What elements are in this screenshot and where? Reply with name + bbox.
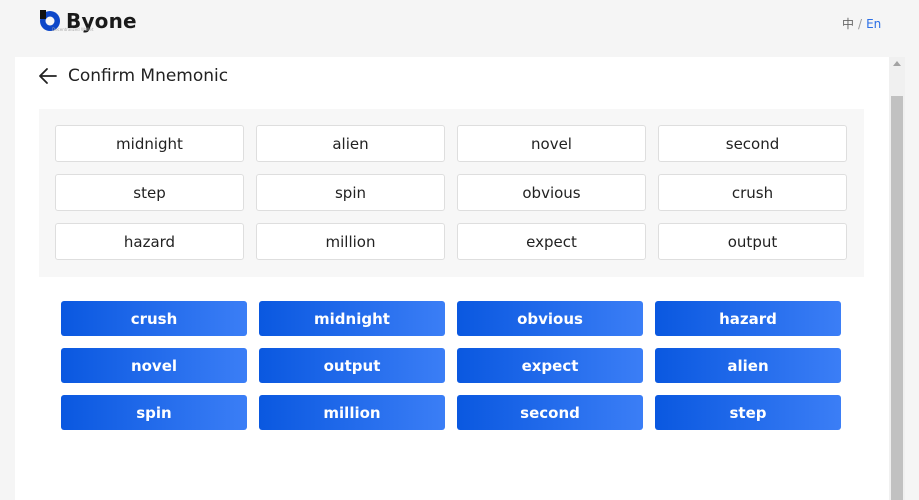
- word-option-button[interactable]: obvious: [457, 301, 643, 336]
- selected-word-slot[interactable]: spin: [256, 174, 445, 211]
- selected-word-slot[interactable]: novel: [457, 125, 646, 162]
- selected-word-slot[interactable]: midnight: [55, 125, 244, 162]
- page-title-row: Confirm Mnemonic: [38, 66, 228, 86]
- back-arrow-icon[interactable]: [38, 66, 58, 86]
- selected-word-slot[interactable]: alien: [256, 125, 445, 162]
- word-option-button[interactable]: alien: [655, 348, 841, 383]
- word-option-button[interactable]: midnight: [259, 301, 445, 336]
- word-option-button[interactable]: second: [457, 395, 643, 430]
- lang-en[interactable]: En: [866, 17, 881, 31]
- scrollbar-thumb[interactable]: [891, 96, 903, 500]
- selected-word-slot[interactable]: obvious: [457, 174, 646, 211]
- selected-word-slot[interactable]: expect: [457, 223, 646, 260]
- word-option-button[interactable]: novel: [61, 348, 247, 383]
- word-option-button[interactable]: step: [655, 395, 841, 430]
- word-option-button[interactable]: output: [259, 348, 445, 383]
- selected-words-box: midnight alien novel second step spin ob…: [39, 109, 864, 277]
- word-option-button[interactable]: spin: [61, 395, 247, 430]
- word-option-button[interactable]: expect: [457, 348, 643, 383]
- vertical-scrollbar[interactable]: [889, 57, 905, 500]
- selected-word-slot[interactable]: million: [256, 223, 445, 260]
- selected-word-slot[interactable]: output: [658, 223, 847, 260]
- language-switch: 中 / En: [842, 15, 881, 32]
- app-header: Byone Decentralized Wallet 中 / En: [0, 0, 919, 56]
- page-title: Confirm Mnemonic: [68, 66, 229, 86]
- word-option-button[interactable]: million: [259, 395, 445, 430]
- lang-zh[interactable]: 中: [842, 17, 854, 31]
- brand-tagline: Decentralized Wallet: [52, 27, 94, 32]
- selected-word-slot[interactable]: hazard: [55, 223, 244, 260]
- selected-word-slot[interactable]: step: [55, 174, 244, 211]
- word-option-button[interactable]: hazard: [655, 301, 841, 336]
- selected-word-slot[interactable]: crush: [658, 174, 847, 211]
- selected-word-slot[interactable]: second: [658, 125, 847, 162]
- main-panel: Confirm Mnemonic midnight alien novel se…: [15, 57, 889, 500]
- lang-separator: /: [858, 17, 863, 31]
- word-option-button[interactable]: crush: [61, 301, 247, 336]
- scroll-up-arrow-icon[interactable]: [893, 61, 901, 66]
